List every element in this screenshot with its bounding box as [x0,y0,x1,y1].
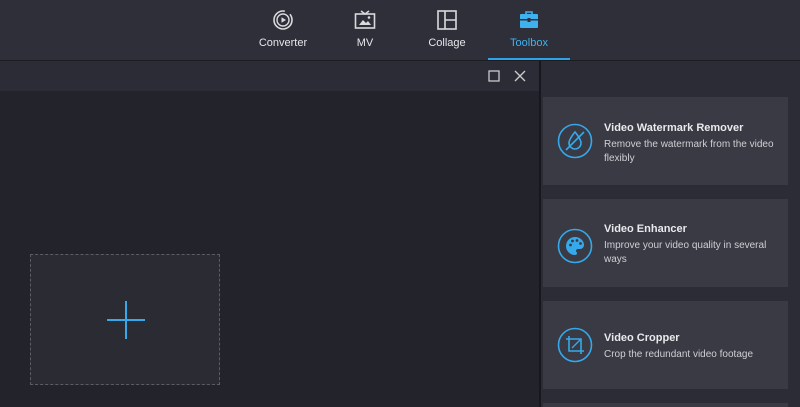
tab-label: MV [356,37,374,49]
tab-collage[interactable]: Collage [406,0,488,58]
collage-icon [437,10,457,30]
converter-icon [273,10,293,30]
tab-converter[interactable]: Converter [242,0,324,58]
tool-description: Crop the redundant video footage [604,349,753,360]
maximize-icon[interactable] [486,68,502,84]
tab-mv[interactable]: MV [324,0,406,58]
close-icon[interactable] [512,68,528,84]
tab-label: Toolbox [510,37,548,49]
tool-card-enhancer[interactable]: Video Enhancer Improve your video qualit… [543,199,788,287]
palette-icon [557,228,593,264]
add-file-dropzone[interactable] [30,254,220,385]
panel-header [0,61,539,91]
tool-card-watermark-remover[interactable]: Video Watermark Remover Remove the water… [543,97,788,185]
tool-title: Video Cropper [604,332,680,344]
tool-title: Video Enhancer [604,223,687,235]
tool-card-cropper[interactable]: Video Cropper Crop the redundant video f… [543,301,788,389]
crop-icon [557,327,593,363]
plus-icon [107,301,145,339]
tab-label: Converter [258,37,308,49]
tool-card-partial[interactable] [543,403,788,407]
watermark-remover-icon [557,123,593,159]
tool-title: Video Watermark Remover [604,122,744,134]
tab-label: Collage [428,37,466,49]
toolbox-icon [520,11,538,28]
top-nav-bar: Converter MV Collage Toolbox [0,0,800,60]
mv-icon [354,10,376,29]
tool-description: Remove the watermark from the video flex… [604,139,774,164]
tool-description: Improve your video quality in several wa… [604,240,767,265]
tab-toolbox[interactable]: Toolbox [488,0,570,60]
